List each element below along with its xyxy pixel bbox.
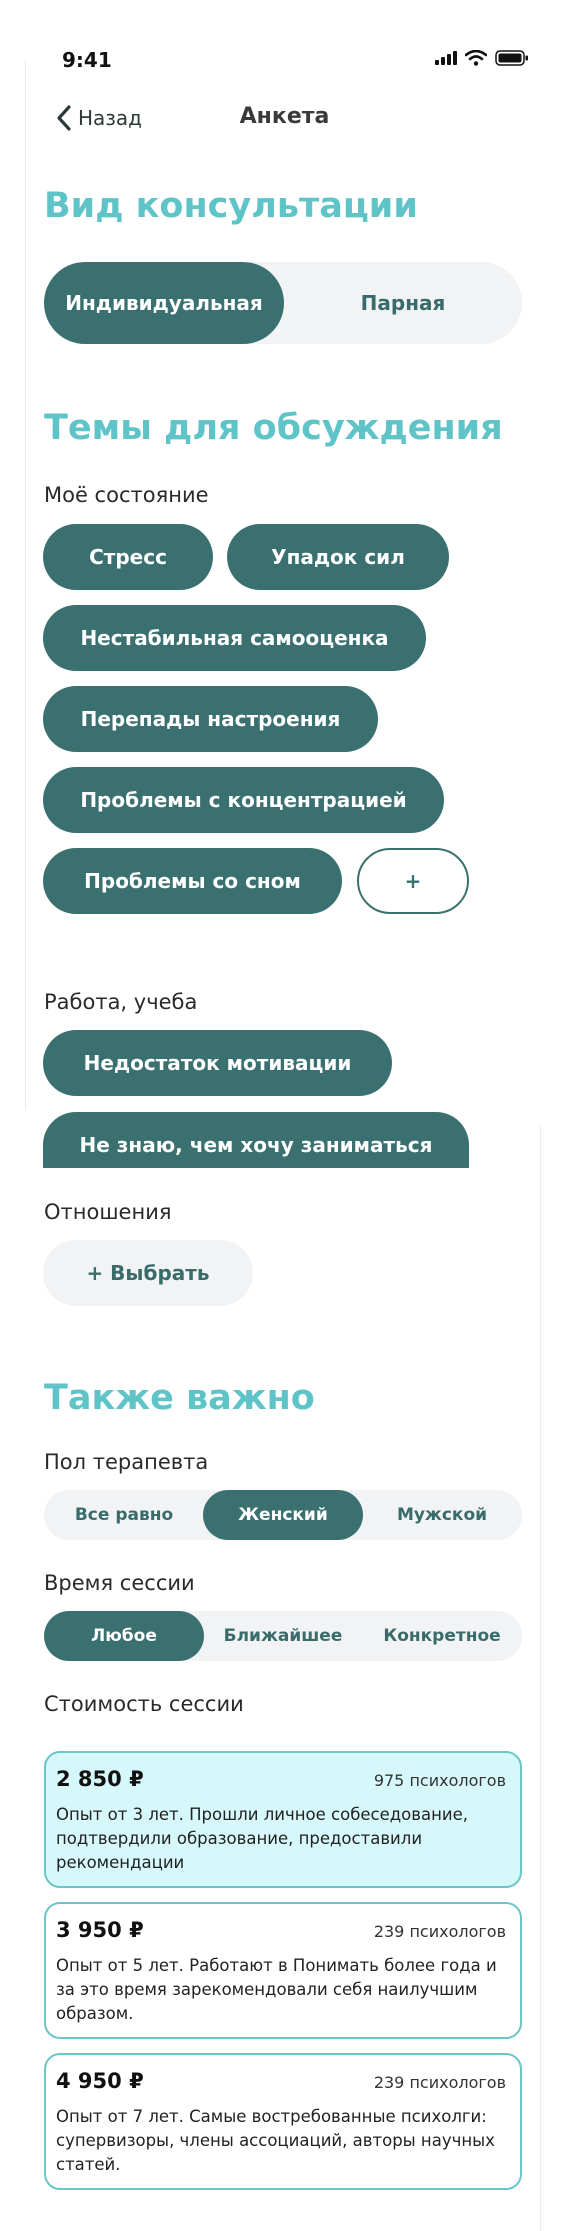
gender-option-any[interactable]: Все равно bbox=[44, 1490, 204, 1540]
gender-option-male[interactable]: Мужской bbox=[362, 1490, 522, 1540]
price-value: 3 950 ₽ bbox=[56, 1918, 144, 1942]
price-description: Опыт от 7 лет. Самые востребованные псих… bbox=[56, 2107, 495, 2174]
battery-icon bbox=[495, 50, 528, 66]
price-card-2850[interactable]: 2 850 ₽ 975 психологов Опыт от 3 лет. Пр… bbox=[44, 1751, 522, 1888]
topic-chip-sleep[interactable]: Проблемы со сном bbox=[43, 848, 342, 914]
time-label: Время сессии bbox=[44, 1571, 195, 1595]
price-description: Опыт от 3 лет. Прошли личное собеседован… bbox=[56, 1805, 469, 1872]
back-label: Назад bbox=[78, 106, 143, 130]
back-button[interactable]: Назад bbox=[56, 104, 142, 132]
psychologist-count: 239 психологов bbox=[373, 2073, 506, 2092]
left-edge-line bbox=[25, 60, 26, 1110]
work-label: Работа, учеба bbox=[44, 990, 198, 1014]
topic-chip-mood-swings[interactable]: Перепады настроения bbox=[43, 686, 378, 752]
gender-segmented: Все равно Женский Мужской bbox=[44, 1490, 522, 1540]
time-option-specific[interactable]: Конкретное bbox=[362, 1611, 522, 1661]
time-option-nearest[interactable]: Ближайшее bbox=[203, 1611, 363, 1661]
topics-title: Темы для обсуждения bbox=[44, 408, 503, 448]
consultation-option-individual[interactable]: Индивидуальная bbox=[44, 262, 284, 344]
time-option-any[interactable]: Любое bbox=[44, 1611, 204, 1661]
topic-chip-self-esteem[interactable]: Нестабильная самооценка bbox=[43, 605, 426, 671]
gender-label: Пол терапевта bbox=[44, 1450, 209, 1474]
price-card-3950[interactable]: 3 950 ₽ 239 психологов Опыт от 5 лет. Ра… bbox=[44, 1902, 522, 2039]
topic-chip-motivation[interactable]: Недостаток мотивации bbox=[43, 1030, 392, 1096]
price-card-4950[interactable]: 4 950 ₽ 239 психологов Опыт от 7 лет. Са… bbox=[44, 2053, 522, 2190]
cost-label: Стоимость сессии bbox=[44, 1692, 244, 1716]
important-title: Также важно bbox=[44, 1378, 315, 1418]
time-segmented: Любое Ближайшее Конкретное bbox=[44, 1611, 522, 1661]
cellular-signal-icon bbox=[435, 51, 457, 65]
psychologist-count: 239 психологов bbox=[373, 1922, 506, 1941]
relations-choose-button[interactable]: + Выбрать bbox=[43, 1240, 253, 1306]
topic-chip-stress[interactable]: Стресс bbox=[43, 524, 213, 590]
price-value: 4 950 ₽ bbox=[56, 2069, 144, 2093]
status-icons bbox=[435, 50, 529, 66]
right-edge-line bbox=[540, 1125, 541, 2231]
consultation-segmented: Индивидуальная Парная bbox=[44, 262, 522, 344]
topic-chip-concentration[interactable]: Проблемы с концентрацией bbox=[43, 767, 444, 833]
price-description: Опыт от 5 лет. Работают в Понимать более… bbox=[56, 1956, 497, 2023]
psychologist-count: 975 психологов bbox=[373, 1771, 506, 1790]
add-topic-button[interactable]: + bbox=[357, 848, 469, 914]
relations-label: Отношения bbox=[44, 1200, 172, 1224]
consultation-option-pair[interactable]: Парная bbox=[284, 262, 522, 344]
price-value: 2 850 ₽ bbox=[56, 1767, 144, 1791]
state-label: Моё состояние bbox=[44, 483, 209, 507]
chevron-left-icon bbox=[57, 105, 71, 131]
consultation-title: Вид консультации bbox=[44, 186, 418, 226]
topic-chip-fatigue[interactable]: Упадок сил bbox=[227, 524, 449, 590]
status-time: 9:41 bbox=[62, 48, 112, 72]
wifi-icon bbox=[465, 50, 487, 66]
gender-option-female[interactable]: Женский bbox=[203, 1490, 363, 1540]
topic-chip-dont-know[interactable]: Не знаю, чем хочу заниматься bbox=[43, 1112, 469, 1168]
